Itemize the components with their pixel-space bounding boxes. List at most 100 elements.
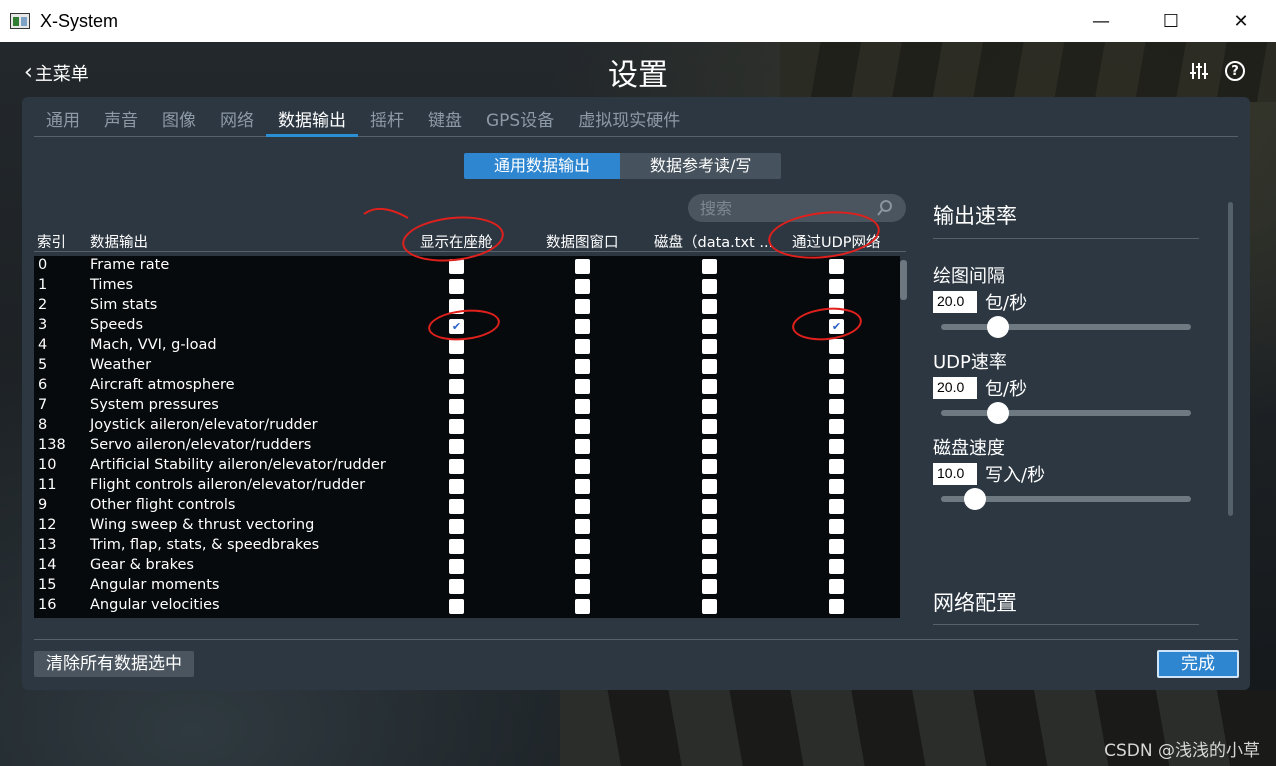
- tab-network[interactable]: 网络: [208, 107, 266, 137]
- cockpit-checkbox[interactable]: [449, 479, 464, 494]
- maximize-button[interactable]: ☐: [1136, 0, 1206, 42]
- disk-checkbox[interactable]: [702, 259, 717, 274]
- cockpit-checkbox[interactable]: [449, 419, 464, 434]
- search-icon[interactable]: [876, 199, 894, 217]
- graph-checkbox[interactable]: [575, 339, 590, 354]
- disk-checkbox[interactable]: [702, 459, 717, 474]
- udp-checkbox[interactable]: [829, 499, 844, 514]
- row-data-output-name: Sim stats: [90, 297, 158, 313]
- graph-checkbox[interactable]: [575, 399, 590, 414]
- disk-checkbox[interactable]: [702, 439, 717, 454]
- segment-dataref-read-write[interactable]: 数据参考读/写: [620, 153, 782, 179]
- cockpit-checkbox[interactable]: [449, 499, 464, 514]
- help-icon[interactable]: ?: [1224, 60, 1246, 82]
- graph-checkbox[interactable]: [575, 319, 590, 334]
- udp-checkbox[interactable]: [829, 439, 844, 454]
- disk-checkbox[interactable]: [702, 499, 717, 514]
- tab-data-output[interactable]: 数据输出: [266, 107, 358, 137]
- udp-checkbox[interactable]: [829, 579, 844, 594]
- graph-checkbox[interactable]: [575, 299, 590, 314]
- cockpit-checkbox[interactable]: [449, 539, 464, 554]
- disk-speed-input[interactable]: 10.0: [933, 463, 977, 485]
- minimize-button[interactable]: —: [1066, 0, 1136, 42]
- disk-checkbox[interactable]: [702, 539, 717, 554]
- disk-checkbox[interactable]: [702, 339, 717, 354]
- udp-checkbox[interactable]: [829, 519, 844, 534]
- graph-checkbox[interactable]: [575, 539, 590, 554]
- cockpit-checkbox[interactable]: [449, 339, 464, 354]
- graph-checkbox[interactable]: [575, 259, 590, 274]
- right-panel-scrollbar[interactable]: [1228, 202, 1233, 516]
- tab-joystick[interactable]: 摇杆: [358, 107, 416, 137]
- tab-keyboard[interactable]: 键盘: [416, 107, 474, 137]
- cockpit-checkbox[interactable]: [449, 399, 464, 414]
- disk-checkbox[interactable]: [702, 299, 717, 314]
- graph-checkbox[interactable]: [575, 279, 590, 294]
- graph-checkbox[interactable]: [575, 359, 590, 374]
- graph-checkbox[interactable]: [575, 419, 590, 434]
- graph-checkbox[interactable]: [575, 579, 590, 594]
- disk-checkbox[interactable]: [702, 479, 717, 494]
- cockpit-checkbox[interactable]: [449, 359, 464, 374]
- graph-checkbox[interactable]: [575, 439, 590, 454]
- disk-checkbox[interactable]: [702, 559, 717, 574]
- graph-checkbox[interactable]: [575, 499, 590, 514]
- window-controls: — ☐ ✕: [1066, 0, 1276, 42]
- udp-checkbox[interactable]: [829, 479, 844, 494]
- disk-checkbox[interactable]: [702, 599, 717, 614]
- disk-checkbox[interactable]: [702, 319, 717, 334]
- udp-checkbox[interactable]: [829, 399, 844, 414]
- graph-checkbox[interactable]: [575, 379, 590, 394]
- cockpit-checkbox[interactable]: [449, 559, 464, 574]
- cockpit-checkbox[interactable]: [449, 599, 464, 614]
- slider-knob[interactable]: [986, 316, 1009, 338]
- slider-knob[interactable]: [986, 402, 1009, 424]
- graph-interval-slider[interactable]: [941, 316, 1191, 338]
- cockpit-checkbox[interactable]: [449, 279, 464, 294]
- udp-checkbox[interactable]: [829, 359, 844, 374]
- tab-graphics[interactable]: 图像: [150, 107, 208, 137]
- disk-speed-slider[interactable]: [941, 488, 1191, 510]
- disk-checkbox[interactable]: [702, 399, 717, 414]
- cockpit-checkbox[interactable]: [449, 459, 464, 474]
- sliders-icon[interactable]: [1188, 60, 1210, 82]
- udp-checkbox[interactable]: [829, 559, 844, 574]
- graph-checkbox[interactable]: [575, 559, 590, 574]
- graph-checkbox[interactable]: [575, 459, 590, 474]
- udp-rate-input[interactable]: 20.0: [933, 377, 977, 399]
- tab-sound[interactable]: 声音: [92, 107, 150, 137]
- segment-general-data-output[interactable]: 通用数据输出: [464, 153, 621, 179]
- clear-all-selections-button[interactable]: 清除所有数据选中: [34, 651, 194, 677]
- udp-checkbox[interactable]: [829, 339, 844, 354]
- graph-checkbox[interactable]: [575, 599, 590, 614]
- graph-checkbox[interactable]: [575, 519, 590, 534]
- graph-interval-input[interactable]: 20.0: [933, 291, 977, 313]
- cockpit-checkbox[interactable]: [449, 519, 464, 534]
- cockpit-checkbox[interactable]: [449, 379, 464, 394]
- tab-gps-devices[interactable]: GPS设备: [474, 107, 566, 137]
- udp-checkbox[interactable]: [829, 459, 844, 474]
- udp-rate-slider[interactable]: [941, 402, 1191, 424]
- udp-checkbox[interactable]: [829, 259, 844, 274]
- done-button[interactable]: 完成: [1157, 650, 1239, 678]
- disk-checkbox[interactable]: [702, 359, 717, 374]
- disk-checkbox[interactable]: [702, 419, 717, 434]
- close-button[interactable]: ✕: [1206, 0, 1276, 42]
- disk-checkbox[interactable]: [702, 579, 717, 594]
- udp-checkbox[interactable]: [829, 419, 844, 434]
- tab-general[interactable]: 通用: [34, 107, 92, 137]
- slider-knob[interactable]: [963, 488, 986, 510]
- disk-checkbox[interactable]: [702, 379, 717, 394]
- column-index-header: 索引: [37, 235, 66, 251]
- tab-vr-hardware[interactable]: 虚拟现实硬件: [566, 107, 692, 137]
- udp-checkbox[interactable]: [829, 539, 844, 554]
- disk-checkbox[interactable]: [702, 279, 717, 294]
- udp-checkbox[interactable]: [829, 379, 844, 394]
- graph-checkbox[interactable]: [575, 479, 590, 494]
- udp-checkbox[interactable]: [829, 279, 844, 294]
- disk-checkbox[interactable]: [702, 519, 717, 534]
- udp-checkbox[interactable]: [829, 599, 844, 614]
- cockpit-checkbox[interactable]: [449, 439, 464, 454]
- cockpit-checkbox[interactable]: [449, 579, 464, 594]
- table-scrollbar[interactable]: [900, 260, 907, 300]
